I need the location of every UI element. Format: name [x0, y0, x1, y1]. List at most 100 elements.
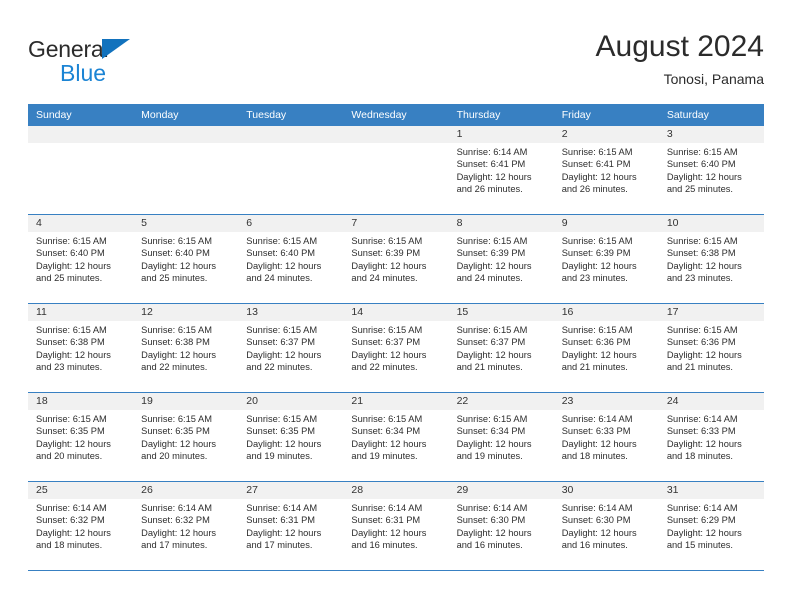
sunrise-text: Sunrise: 6:15 AM	[456, 236, 528, 246]
calendar-day-cell[interactable]: 2 Sunrise: 6:15 AM Sunset: 6:41 PM Daylight…	[553, 126, 659, 214]
calendar-day-cell[interactable]: 15 Sunrise: 6:15 AM Sunset: 6:37 PM Dayligh…	[448, 304, 554, 392]
sunrise-text: Sunrise: 6:14 AM	[561, 503, 633, 513]
sunrise-text: Sunrise: 6:14 AM	[246, 503, 318, 513]
calendar-day-cell[interactable]: 1 Sunrise: 6:14 AM Sunset: 6:41 PM Daylight…	[448, 126, 554, 214]
sunrise-text: Sunrise: 6:15 AM	[456, 414, 528, 424]
sunset-text: Sunset: 6:36 PM	[561, 337, 631, 348]
day-number: 29	[448, 482, 554, 499]
sunset-text: Sunset: 6:32 PM	[141, 515, 210, 526]
sunrise-text: Sunrise: 6:14 AM	[666, 503, 738, 513]
calendar-week-row: 11 Sunrise: 6:15 AM Sunset: 6:38 PM Dayligh…	[28, 304, 764, 393]
daylight-text-line1: Daylight: 12 hours	[666, 349, 742, 360]
day-details: Sunrise: 6:14 AM Sunset: 6:32 PM Daylight:…	[133, 499, 238, 552]
daylight-text-line2: and 21 minutes.	[456, 362, 523, 373]
daylight-text-line1: Daylight: 12 hours	[351, 349, 427, 360]
sunset-text: Sunset: 6:29 PM	[666, 515, 736, 526]
calendar-day-cell[interactable]: 18 Sunrise: 6:15 AM Sunset: 6:35 PM Dayligh…	[28, 393, 134, 481]
calendar-day-cell[interactable]: 28 Sunrise: 6:14 AM Sunset: 6:31 PM Dayligh…	[343, 482, 449, 570]
general-blue-logo[interactable]: General Blue	[28, 36, 238, 94]
calendar-day-cell[interactable]: 3 Sunrise: 6:15 AM Sunset: 6:40 PM Daylight…	[658, 126, 764, 214]
logo-top-row: General	[28, 36, 238, 62]
sunrise-text: Sunrise: 6:15 AM	[36, 325, 107, 335]
day-number: 8	[448, 215, 554, 232]
sunset-text: Sunset: 6:37 PM	[351, 337, 421, 348]
calendar-day-cell[interactable]: 24 Sunrise: 6:14 AM Sunset: 6:33 PM Dayligh…	[658, 393, 764, 481]
calendar-day-cell[interactable]: 12 Sunrise: 6:15 AM Sunset: 6:38 PM Dayligh…	[133, 304, 239, 392]
weekday-header-thursday: Thursday	[456, 109, 501, 121]
page-title: August 2024	[595, 30, 764, 63]
day-number: 27	[238, 482, 344, 499]
daylight-text-line2: and 15 minutes.	[666, 540, 733, 551]
day-details: Sunrise: 6:14 AM Sunset: 6:33 PM Daylight:…	[554, 410, 659, 463]
daylight-text-line1: Daylight: 12 hours	[456, 527, 532, 538]
calendar-day-cell[interactable]: 8 Sunrise: 6:15 AM Sunset: 6:39 PM Daylight…	[448, 215, 554, 303]
calendar-day-cell[interactable]	[238, 126, 344, 214]
calendar-day-cell[interactable]: 9 Sunrise: 6:15 AM Sunset: 6:39 PM Daylight…	[553, 215, 659, 303]
calendar-day-cell[interactable]: 14 Sunrise: 6:15 AM Sunset: 6:37 PM Dayligh…	[343, 304, 449, 392]
day-number: 6	[238, 215, 344, 232]
calendar-day-cell[interactable]: 7 Sunrise: 6:15 AM Sunset: 6:39 PM Daylight…	[343, 215, 449, 303]
daylight-text-line1: Daylight: 12 hours	[351, 527, 427, 538]
calendar-day-cell[interactable]: 13 Sunrise: 6:15 AM Sunset: 6:37 PM Dayligh…	[238, 304, 344, 392]
day-details: Sunrise: 6:15 AM Sunset: 6:41 PM Daylight:…	[554, 143, 659, 196]
daylight-text-line2: and 22 minutes.	[141, 362, 208, 373]
calendar-day-cell[interactable]: 26 Sunrise: 6:14 AM Sunset: 6:32 PM Dayligh…	[133, 482, 239, 570]
day-number: 7	[343, 215, 449, 232]
calendar-day-cell[interactable]: 5 Sunrise: 6:15 AM Sunset: 6:40 PM Daylight…	[133, 215, 239, 303]
calendar-day-cell[interactable]: 22 Sunrise: 6:15 AM Sunset: 6:34 PM Dayligh…	[448, 393, 554, 481]
calendar-day-cell[interactable]: 27 Sunrise: 6:14 AM Sunset: 6:31 PM Dayligh…	[238, 482, 344, 570]
sunrise-text: Sunrise: 6:15 AM	[561, 147, 633, 157]
calendar-day-cell[interactable]: 23 Sunrise: 6:14 AM Sunset: 6:33 PM Dayligh…	[553, 393, 659, 481]
daylight-text-line1: Daylight: 12 hours	[351, 438, 427, 449]
calendar-day-cell[interactable]: 20 Sunrise: 6:15 AM Sunset: 6:35 PM Dayligh…	[238, 393, 344, 481]
daylight-text-line2: and 18 minutes.	[666, 451, 733, 462]
sunset-text: Sunset: 6:35 PM	[246, 426, 316, 437]
day-number: 13	[238, 304, 344, 321]
sunrise-text: Sunrise: 6:14 AM	[456, 147, 528, 157]
day-number: 20	[238, 393, 344, 410]
calendar-day-cell[interactable]: 25 Sunrise: 6:14 AM Sunset: 6:32 PM Dayligh…	[28, 482, 134, 570]
daylight-text-line2: and 20 minutes.	[36, 451, 103, 462]
day-number: 15	[448, 304, 554, 321]
sunset-text: Sunset: 6:40 PM	[246, 248, 316, 259]
day-number: 30	[553, 482, 659, 499]
day-details	[133, 143, 238, 146]
calendar-day-cell[interactable]: 6 Sunrise: 6:15 AM Sunset: 6:40 PM Daylight…	[238, 215, 344, 303]
page-header: General Blue August 2024 Tonosi, Panama	[28, 28, 764, 100]
day-details	[238, 143, 343, 146]
calendar-day-cell[interactable]: 21 Sunrise: 6:15 AM Sunset: 6:34 PM Dayligh…	[343, 393, 449, 481]
daylight-text-line1: Daylight: 12 hours	[666, 438, 742, 449]
daylight-text-line2: and 23 minutes.	[666, 273, 733, 284]
calendar-day-cell[interactable]: 19 Sunrise: 6:15 AM Sunset: 6:35 PM Dayligh…	[133, 393, 239, 481]
calendar-day-cell[interactable]: 16 Sunrise: 6:15 AM Sunset: 6:36 PM Dayligh…	[553, 304, 659, 392]
calendar-day-cell[interactable]	[28, 126, 134, 214]
sunset-text: Sunset: 6:40 PM	[666, 159, 736, 170]
sunset-text: Sunset: 6:37 PM	[246, 337, 316, 348]
daylight-text-line1: Daylight: 12 hours	[246, 349, 322, 360]
calendar-day-cell[interactable]: 4 Sunrise: 6:15 AM Sunset: 6:40 PM Daylight…	[28, 215, 134, 303]
day-number: 21	[343, 393, 449, 410]
sunset-text: Sunset: 6:36 PM	[666, 337, 736, 348]
calendar-day-cell[interactable]: 17 Sunrise: 6:15 AM Sunset: 6:36 PM Dayligh…	[658, 304, 764, 392]
daylight-text-line2: and 25 minutes.	[36, 273, 103, 284]
weekday-header-sunday: Sunday	[36, 109, 72, 121]
calendar-day-cell[interactable]: 11 Sunrise: 6:15 AM Sunset: 6:38 PM Dayligh…	[28, 304, 134, 392]
logo-text-blue: Blue	[60, 60, 107, 86]
calendar-day-cell[interactable]	[343, 126, 449, 214]
calendar-day-cell[interactable]	[133, 126, 239, 214]
weekday-header-friday: Friday	[561, 109, 591, 121]
daylight-text-line1: Daylight: 12 hours	[351, 260, 427, 271]
calendar-day-cell[interactable]: 31 Sunrise: 6:14 AM Sunset: 6:29 PM Dayligh…	[658, 482, 764, 570]
sunset-text: Sunset: 6:35 PM	[36, 426, 105, 437]
daylight-text-line1: Daylight: 12 hours	[246, 260, 322, 271]
daylight-text-line2: and 19 minutes.	[351, 451, 418, 462]
calendar-weeks: 1 Sunrise: 6:14 AM Sunset: 6:41 PM Daylight…	[28, 126, 764, 571]
calendar-day-cell[interactable]: 29 Sunrise: 6:14 AM Sunset: 6:30 PM Dayligh…	[448, 482, 554, 570]
sunrise-text: Sunrise: 6:15 AM	[666, 325, 738, 335]
daylight-text-line1: Daylight: 12 hours	[141, 438, 217, 449]
day-details: Sunrise: 6:15 AM Sunset: 6:38 PM Daylight:…	[133, 321, 238, 374]
calendar-day-cell[interactable]: 10 Sunrise: 6:15 AM Sunset: 6:38 PM Dayligh…	[658, 215, 764, 303]
calendar-day-cell[interactable]: 30 Sunrise: 6:14 AM Sunset: 6:30 PM Dayligh…	[553, 482, 659, 570]
daylight-text-line2: and 24 minutes.	[351, 273, 418, 284]
day-details: Sunrise: 6:15 AM Sunset: 6:37 PM Daylight:…	[238, 321, 343, 374]
